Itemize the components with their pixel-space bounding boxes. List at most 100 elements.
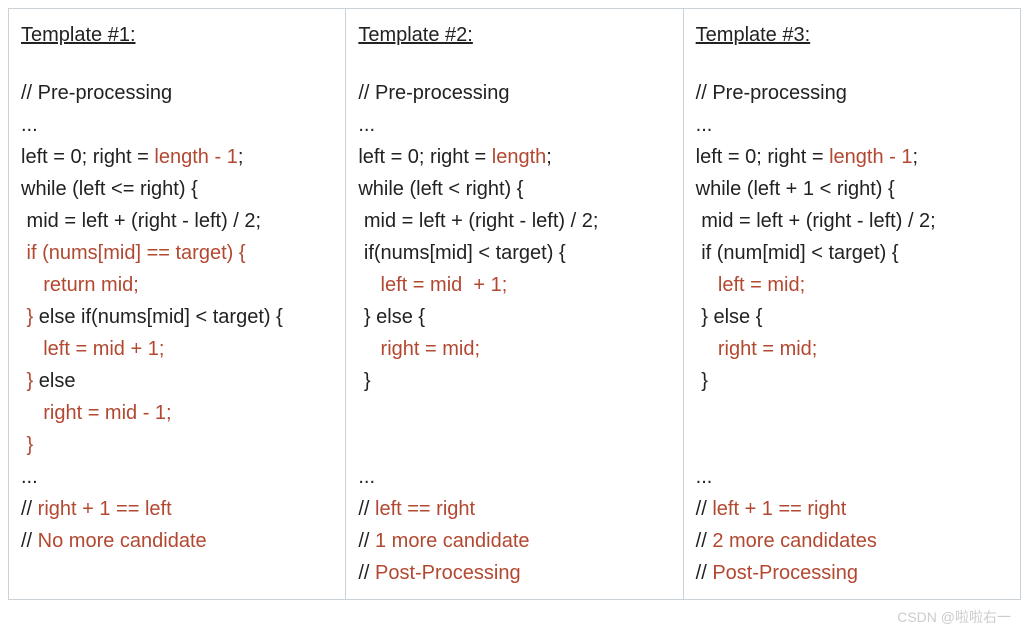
code-highlight: left == right: [375, 498, 475, 520]
code-line: ...: [358, 461, 676, 493]
template-title: Template #2:: [358, 19, 676, 51]
code-line: [696, 429, 1014, 461]
code-highlight: right = mid - 1;: [21, 402, 172, 424]
code-line: mid = left + (right - left) / 2;: [696, 205, 1014, 237]
code-highlight: }: [21, 434, 33, 456]
code-line: ...: [21, 461, 339, 493]
code-line: while (left + 1 < right) {: [696, 173, 1014, 205]
code-highlight: Post-Processing: [375, 562, 521, 584]
code-text: } else {: [696, 306, 763, 328]
code-line: // Pre-processing: [696, 77, 1014, 109]
template-column-1: Template #1: // Pre-processing... left = 0…: [9, 9, 346, 599]
code-text: //: [358, 498, 375, 520]
code-line: return mid;: [21, 269, 339, 301]
code-line: ...: [696, 109, 1014, 141]
code-highlight: Post-Processing: [712, 562, 858, 584]
code-highlight: No more candidate: [38, 530, 207, 552]
code-line: ...: [696, 461, 1014, 493]
code-text: ;: [912, 146, 918, 168]
code-line: }: [696, 365, 1014, 397]
code-line: mid = left + (right - left) / 2;: [358, 205, 676, 237]
code-highlight: right + 1 == left: [38, 498, 172, 520]
code-text: while (left <= right) {: [21, 178, 198, 200]
code-text: // Pre-processing: [358, 82, 509, 104]
code-text: mid = left + (right - left) / 2;: [21, 210, 261, 232]
code-line: ...: [21, 109, 339, 141]
code-text: ...: [358, 114, 375, 136]
code-line: right = mid;: [696, 333, 1014, 365]
template-title: Template #1:: [21, 19, 339, 51]
code-highlight: right = mid;: [696, 338, 818, 360]
code-text: mid = left + (right - left) / 2;: [696, 210, 936, 232]
code-highlight: 1 more candidate: [375, 530, 530, 552]
code-text: left = 0; right =: [21, 146, 154, 168]
code-highlight: left = mid + 1;: [21, 338, 164, 360]
code-text: //: [358, 562, 375, 584]
code-text: left = 0; right =: [358, 146, 491, 168]
code-line: left = 0; right = length - 1;: [696, 141, 1014, 173]
code-text: //: [358, 530, 375, 552]
code-highlight: 2 more candidates: [712, 530, 877, 552]
code-text: if (num[mid] < target) {: [696, 242, 899, 264]
code-line: // left + 1 == right: [696, 493, 1014, 525]
code-text: while (left + 1 < right) {: [696, 178, 895, 200]
code-text: ...: [21, 466, 38, 488]
code-line: left = 0; right = length - 1;: [21, 141, 339, 173]
code-line: if (nums[mid] == target) {: [21, 237, 339, 269]
code-text: //: [696, 562, 713, 584]
code-line: // right + 1 == left: [21, 493, 339, 525]
code-line: }: [358, 365, 676, 397]
code-text: ...: [21, 114, 38, 136]
code-highlight: return mid;: [21, 274, 139, 296]
code-line: mid = left + (right - left) / 2;: [21, 205, 339, 237]
code-line: // No more candidate: [21, 525, 339, 557]
code-line: if (num[mid] < target) {: [696, 237, 1014, 269]
code-text: }: [358, 370, 370, 392]
code-text: //: [696, 498, 713, 520]
code-text: else: [33, 370, 75, 392]
template-table: Template #1: // Pre-processing... left = 0…: [8, 8, 1021, 600]
code-text: left = 0; right =: [696, 146, 829, 168]
code-line: left = mid;: [696, 269, 1014, 301]
code-line: right = mid;: [358, 333, 676, 365]
code-line: // Pre-processing: [358, 77, 676, 109]
template-column-2: Template #2: // Pre-processing... left = 0…: [346, 9, 683, 599]
code-text: }: [696, 370, 708, 392]
code-line: // Pre-processing: [21, 77, 339, 109]
code-highlight: right = mid;: [358, 338, 480, 360]
template-column-3: Template #3: // Pre-processing... left = 0…: [684, 9, 1020, 599]
code-text: ;: [238, 146, 244, 168]
code-highlight: }: [21, 306, 33, 328]
code-line: // Post-Processing: [358, 557, 676, 589]
code-line: // left == right: [358, 493, 676, 525]
code-text: // Pre-processing: [21, 82, 172, 104]
code-text: else if(nums[mid] < target) {: [33, 306, 283, 328]
code-text: ...: [696, 466, 713, 488]
code-line: ...: [358, 109, 676, 141]
code-text: if(nums[mid] < target) {: [358, 242, 565, 264]
code-line: } else {: [696, 301, 1014, 333]
code-text: ...: [696, 114, 713, 136]
code-line: [358, 397, 676, 429]
code-line: if(nums[mid] < target) {: [358, 237, 676, 269]
code-line: [696, 397, 1014, 429]
code-line: }: [21, 429, 339, 461]
code-line: // 2 more candidates: [696, 525, 1014, 557]
code-text: mid = left + (right - left) / 2;: [358, 210, 598, 232]
code-line: left = mid + 1;: [358, 269, 676, 301]
code-highlight: left + 1 == right: [712, 498, 846, 520]
code-line: // 1 more candidate: [358, 525, 676, 557]
code-text: //: [696, 530, 713, 552]
code-highlight: }: [21, 370, 33, 392]
code-line: } else: [21, 365, 339, 397]
code-line: } else {: [358, 301, 676, 333]
code-text: ...: [358, 466, 375, 488]
code-line: while (left < right) {: [358, 173, 676, 205]
code-highlight: left = mid;: [696, 274, 805, 296]
code-highlight: left = mid + 1;: [358, 274, 507, 296]
code-line: while (left <= right) {: [21, 173, 339, 205]
template-title: Template #3:: [696, 19, 1014, 51]
code-line: right = mid - 1;: [21, 397, 339, 429]
code-text: while (left < right) {: [358, 178, 523, 200]
code-text: //: [21, 498, 38, 520]
